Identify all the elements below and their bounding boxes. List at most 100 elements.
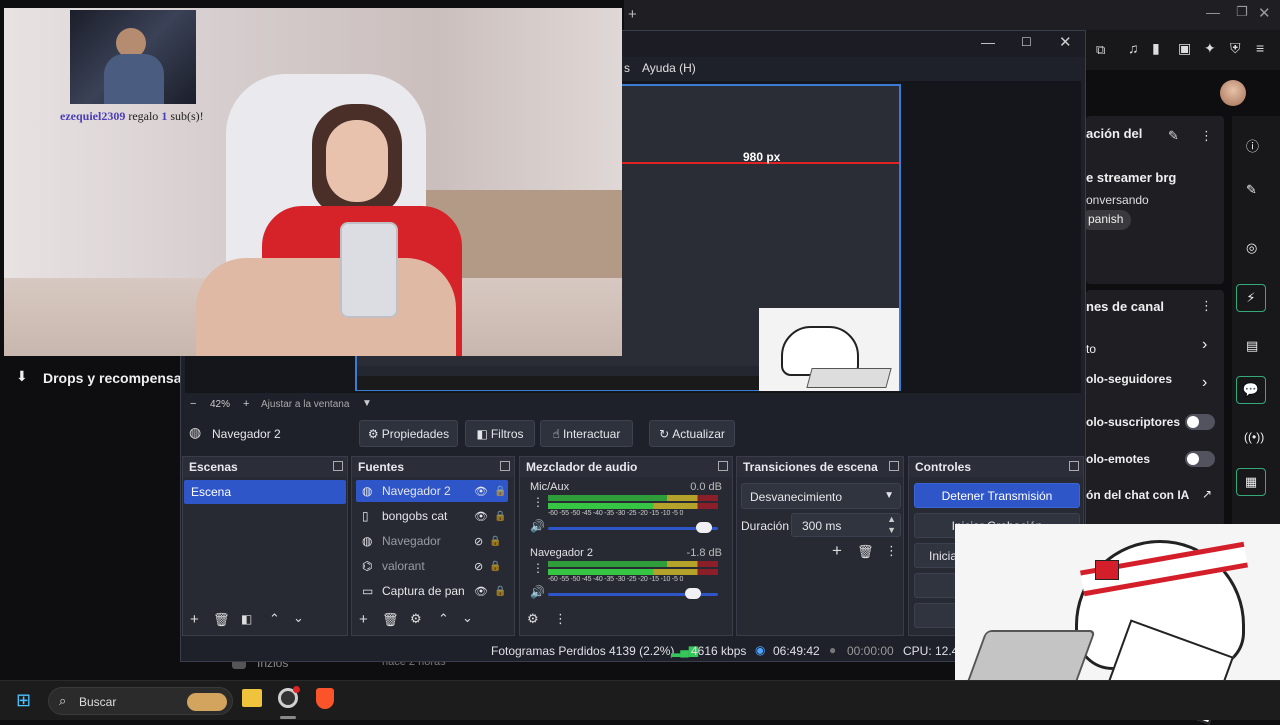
- undock-icon[interactable]: [889, 461, 899, 471]
- music-icon[interactable]: ♫: [1128, 40, 1139, 56]
- shield-icon[interactable]: ⛨: [1230, 40, 1241, 57]
- source-item[interactable]: ▭ Captura de pan 👁 🔒: [356, 580, 508, 602]
- menu-help[interactable]: Ayuda (H): [642, 61, 696, 75]
- chat-icon[interactable]: 💬: [1236, 376, 1266, 404]
- stream-info-card: ación del ✎ ⋮ e streamer brg onversando …: [1080, 116, 1224, 284]
- alert-user: ezequiel2309: [60, 109, 126, 123]
- avatar[interactable]: [1220, 80, 1246, 106]
- filters-button[interactable]: ◧ Filtros: [465, 420, 535, 447]
- undock-icon[interactable]: [333, 461, 343, 471]
- add-icon[interactable]: +: [190, 611, 199, 628]
- sidebar-icon[interactable]: ▮: [1152, 40, 1160, 57]
- speaker-icon[interactable]: 🔊: [530, 585, 545, 599]
- zoom-out-button[interactable]: −: [190, 398, 196, 410]
- source-item[interactable]: ◍ Navegador ⊘ 🔒: [356, 530, 508, 552]
- more-icon[interactable]: ⋮: [1200, 298, 1213, 314]
- external-link-icon[interactable]: ↗: [1202, 487, 1212, 501]
- source-item[interactable]: ⌬ valorant ⊘ 🔒: [356, 555, 508, 577]
- lock-icon[interactable]: 🔒: [489, 561, 501, 572]
- minimize-icon[interactable]: —: [1206, 4, 1220, 20]
- new-tab-button[interactable]: +: [628, 6, 637, 23]
- sidebar-drops[interactable]: Drops y recompensas: [43, 370, 189, 386]
- language-tag: panish: [1080, 210, 1132, 230]
- ai-icon[interactable]: ✦: [1204, 40, 1216, 57]
- chevron-down-icon[interactable]: ▼: [362, 398, 372, 409]
- camera-icon[interactable]: ◎: [1246, 240, 1257, 256]
- edit-icon[interactable]: ✎: [1168, 128, 1179, 144]
- undock-icon[interactable]: [718, 461, 728, 471]
- eye-icon[interactable]: 👁: [474, 585, 488, 598]
- pencil-icon[interactable]: ✎: [1246, 182, 1257, 198]
- stop-stream-button[interactable]: Detener Transmisión: [914, 483, 1080, 508]
- source-item[interactable]: ◍ Navegador 2 👁 🔒: [356, 480, 508, 502]
- close-icon[interactable]: ✕: [1258, 4, 1271, 22]
- filter-icon[interactable]: ◧: [241, 612, 252, 626]
- toggle-switch[interactable]: [1185, 414, 1215, 430]
- chevron-right-icon[interactable]: ›: [1202, 374, 1207, 392]
- eye-off-icon[interactable]: ⊘: [474, 560, 483, 573]
- screenshot-icon[interactable]: ⧉: [1096, 42, 1105, 58]
- lock-icon[interactable]: 🔒: [494, 511, 506, 522]
- status-bar: Fotogramas Perdidos 4139 (2.2%) ▂▄▆ 4616…: [181, 639, 1085, 661]
- toggle-switch[interactable]: [1185, 451, 1215, 467]
- sub-alert-text: ezequiel2309 regalo 1 sub(s)!: [60, 109, 204, 123]
- chevron-right-icon[interactable]: ›: [1202, 336, 1207, 354]
- eye-off-icon[interactable]: ⊘: [474, 535, 483, 548]
- chevron-up-icon[interactable]: ⌃: [269, 611, 280, 627]
- menu-partial[interactable]: s: [624, 61, 630, 75]
- lightning-icon[interactable]: ⚡: [1236, 284, 1266, 312]
- menu-icon[interactable]: ≡: [1256, 40, 1264, 56]
- duration-spinbox[interactable]: 300 ms ▲ ▼: [791, 513, 901, 537]
- close-icon[interactable]: ✕: [1059, 33, 1072, 51]
- trash-icon[interactable]: 🗑: [213, 612, 230, 628]
- trash-icon[interactable]: 🗑: [382, 612, 399, 628]
- file-explorer-icon[interactable]: [242, 689, 262, 707]
- minimize-icon[interactable]: —: [981, 34, 995, 50]
- eye-icon[interactable]: 👁: [474, 485, 488, 498]
- notes-icon[interactable]: ▤: [1246, 338, 1258, 354]
- lock-icon[interactable]: 🔒: [494, 586, 506, 597]
- interact-button[interactable]: ☝ Interactuar: [540, 420, 633, 447]
- speaker-icon[interactable]: 🔊: [530, 519, 545, 533]
- more-icon[interactable]: ⋮: [532, 495, 544, 509]
- gear-icon[interactable]: ⚙: [410, 611, 422, 627]
- transition-select[interactable]: Desvanecimiento ▼: [741, 483, 901, 509]
- spin-arrows-icon[interactable]: ▲ ▼: [887, 514, 896, 536]
- search-box[interactable]: ⌕ Buscar: [48, 687, 233, 715]
- gear-icon[interactable]: ⚙: [527, 611, 539, 627]
- refresh-button[interactable]: ↻ Actualizar: [649, 420, 735, 447]
- eye-icon[interactable]: 👁: [474, 510, 488, 523]
- zoom-in-button[interactable]: +: [243, 398, 249, 410]
- undock-icon[interactable]: [500, 461, 510, 471]
- lock-icon[interactable]: 🔒: [494, 486, 506, 497]
- add-icon[interactable]: +: [359, 611, 368, 628]
- volume-slider[interactable]: [548, 527, 718, 530]
- lock-icon[interactable]: 🔒: [489, 536, 501, 547]
- brave-icon[interactable]: [316, 688, 334, 709]
- more-icon[interactable]: ⋮: [1200, 128, 1213, 144]
- volume-slider-handle[interactable]: [696, 522, 713, 533]
- wallet-icon[interactable]: ▣: [1178, 40, 1191, 57]
- more-icon[interactable]: ⋮: [885, 543, 898, 559]
- restore-icon[interactable]: ❐: [1236, 4, 1248, 20]
- trash-icon[interactable]: 🗑: [857, 544, 874, 560]
- broadcast-icon[interactable]: ((•)): [1244, 430, 1264, 444]
- fit-window-select[interactable]: Ajustar a la ventana: [261, 399, 349, 410]
- chevron-up-icon[interactable]: ⌃: [438, 611, 449, 627]
- windows-start-icon[interactable]: ⊞: [16, 690, 31, 711]
- more-icon[interactable]: ⋮: [532, 561, 544, 575]
- source-item[interactable]: ▯ bongobs cat 👁 🔒: [356, 505, 508, 527]
- volume-slider-handle[interactable]: [684, 588, 701, 599]
- transitions-panel: Transiciones de escena Desvanecimiento ▼…: [736, 456, 904, 636]
- webcam-feed: ezequiel2309 regalo 1 sub(s)!: [4, 8, 622, 356]
- undock-icon[interactable]: [1069, 461, 1079, 471]
- add-icon[interactable]: +: [832, 541, 842, 561]
- more-icon[interactable]: ⋮: [554, 611, 567, 627]
- info-icon[interactable]: ⓘ: [1246, 136, 1259, 155]
- chevron-down-icon[interactable]: ⌄: [462, 610, 473, 626]
- maximize-icon[interactable]: ☐: [1021, 35, 1032, 49]
- scene-item[interactable]: Escena: [184, 480, 346, 504]
- chevron-down-icon[interactable]: ⌄: [293, 610, 304, 626]
- clip-icon[interactable]: ▦: [1236, 468, 1266, 496]
- properties-button[interactable]: ⚙ Propiedades: [359, 420, 458, 447]
